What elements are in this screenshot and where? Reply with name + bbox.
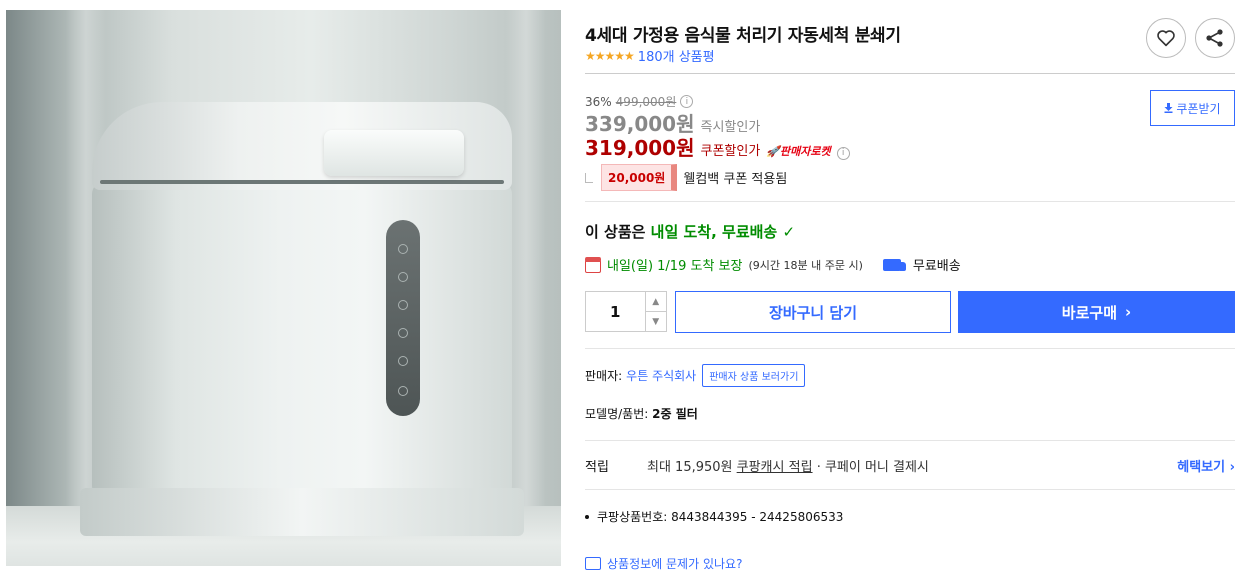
quantity-up-icon[interactable]: ▲ [646,292,666,311]
divider [585,489,1235,490]
cashback-text: 웰컴백 쿠폰 적용됨 [683,172,788,187]
check-icon: ✓ [782,223,796,241]
divider [585,73,1235,74]
free-shipping-label: 무료배송 [912,259,961,274]
food-waste-disposer-illustration [80,102,524,540]
buy-now-button[interactable]: 바로구매 › [958,291,1235,333]
points-label: 적립 [585,460,609,475]
divider [585,201,1235,202]
cashback-tag: 20,000원 [601,164,678,191]
product-image [6,10,561,566]
divider [585,440,1235,441]
arrival-date: 내일(일) 1/19 도착 보장 [607,259,743,274]
discount-rate: 36% [585,94,612,109]
star-rating-icon: ★★★★★ [585,48,635,63]
info-icon[interactable]: i [836,146,850,160]
divider [585,348,1235,349]
model-row: 모델명/품번: 2중 필터 [585,407,698,421]
download-icon [1164,103,1173,113]
add-to-cart-button[interactable]: 장바구니 담기 [675,291,951,333]
quantity-down-icon[interactable]: ▼ [645,311,666,331]
quantity-input[interactable]: 1 [586,292,645,331]
rocket-badge: 🚀판매자로켓 [766,145,831,158]
review-count-link[interactable]: 180개 상품평 [638,46,715,65]
arrival-note: (9시간 18분 내 주문 시) [748,258,863,272]
quantity-stepper[interactable]: 1 ▲ ▼ [585,291,667,332]
coupon-price-row: 319,000원 쿠폰할인가 🚀판매자로켓 i [585,132,850,161]
seller-row: 판매자: 우튼 주식회사 판매자 상품 보러가기 [585,364,806,387]
model-value: 2중 필터 [652,407,698,421]
coupon-price: 319,000원 [585,136,695,160]
calendar-icon [585,256,601,273]
points-row: 적립 최대 15,950원 쿠팡캐시 적립 · 쿠페이 머니 결제시 헤택보기 … [585,456,1235,475]
report-issue-link[interactable]: 상품정보에 문제가 있나요? [585,555,742,572]
wishlist-button[interactable] [1146,18,1186,58]
coupon-price-label: 쿠폰할인가 [700,144,761,159]
get-coupon-button[interactable]: 쿠폰받기 [1150,90,1235,126]
truck-icon [882,258,906,271]
comment-icon [585,557,601,570]
coupang-cash-link[interactable]: 쿠팡캐시 적립 [737,460,813,475]
seller-products-button[interactable]: 판매자 상품 보러가기 [702,364,806,387]
share-icon [1206,29,1223,47]
delivery-row: 내일(일) 1/19 도착 보장 (9시간 18분 내 주문 시) 무료배송 [585,255,961,274]
shipping-headline: 이 상품은 내일 도착, 무료배송 ✓ [585,223,796,241]
rating: ★★★★★ 180개 상품평 [585,46,715,66]
cashback-row: 20,000원 웰컴백 쿠폰 적용됨 [585,164,787,191]
share-button[interactable] [1195,18,1235,58]
seller-name-link[interactable]: 우튼 주식회사 [626,367,696,384]
product-number: 쿠팡상품번호: 8443844395 - 24425806533 [585,508,843,525]
benefits-link[interactable]: 헤택보기 › [1177,456,1235,475]
product-title: 4세대 가정용 음식물 처리기 자동세척 분쇄기 [585,26,901,46]
info-icon[interactable]: i [680,95,694,108]
chevron-right-icon: › [1125,303,1132,321]
heart-icon [1157,30,1175,47]
